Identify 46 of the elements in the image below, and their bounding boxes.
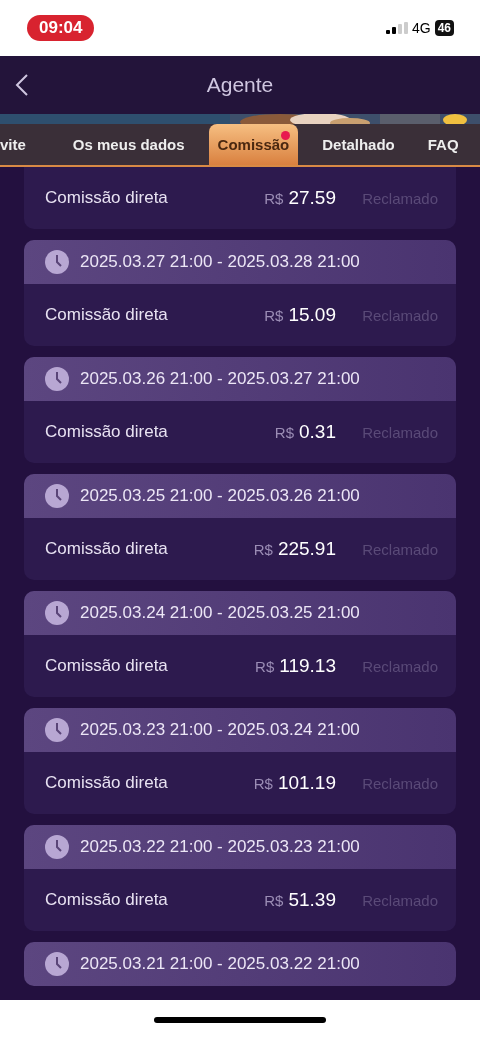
battery-level: 46 [434, 20, 454, 36]
page-title: Agente [206, 73, 274, 97]
tab[interactable]: Comissão [208, 124, 299, 165]
amount-value: 101.19 [277, 772, 336, 794]
period-text: 2025.03.23 21:00 - 2025.03.24 21:00 [80, 720, 360, 740]
clock-icon [45, 367, 69, 391]
tab[interactable]: FAQ [418, 124, 468, 165]
commission-label: Comissão direta [45, 305, 169, 325]
period-text: 2025.03.24 21:00 - 2025.03.25 21:00 [80, 603, 360, 623]
clock-icon [45, 718, 69, 742]
currency-symbol: R$ [264, 307, 284, 324]
status-time: 09:04 [27, 15, 95, 41]
clock-icon [45, 250, 69, 274]
period-text: 2025.03.25 21:00 - 2025.03.26 21:00 [80, 486, 360, 506]
commission-label: Comissão direta [45, 773, 169, 793]
back-icon[interactable] [15, 73, 29, 97]
network-label: 4G [411, 20, 431, 36]
commission-label: Comissão direta [45, 539, 169, 559]
clock-icon [45, 835, 69, 859]
amount-value: 27.59 [288, 187, 336, 209]
currency-symbol: R$ [253, 541, 273, 558]
commission-label: Comissão direta [45, 422, 169, 442]
period-text: 2025.03.27 21:00 - 2025.03.28 21:00 [80, 252, 360, 272]
currency-symbol: R$ [255, 658, 275, 675]
amount-value: 0.31 [299, 421, 336, 443]
currency-symbol: R$ [274, 424, 294, 441]
commission-label: Comissão direta [45, 656, 169, 676]
clock-icon [45, 601, 69, 625]
currency-symbol: R$ [264, 190, 284, 207]
amount-value: 225.91 [277, 538, 336, 560]
period-text: 2025.03.26 21:00 - 2025.03.27 21:00 [80, 369, 360, 389]
amount-value: 119.13 [279, 655, 336, 677]
commission-label: Comissão direta [45, 188, 169, 208]
signal-icon [385, 22, 408, 34]
period-text: 2025.03.22 21:00 - 2025.03.23 21:00 [80, 837, 360, 857]
amount-value: 15.09 [288, 304, 336, 326]
currency-symbol: R$ [253, 775, 273, 792]
period-text: 2025.03.21 21:00 - 2025.03.22 21:00 [80, 954, 360, 974]
tab[interactable]: Os meus dados [63, 124, 194, 165]
tab[interactable]: Detalhado [313, 124, 404, 165]
currency-symbol: R$ [264, 892, 284, 909]
amount-value: 51.39 [288, 889, 336, 911]
tab[interactable]: vite [0, 124, 35, 165]
commission-label: Comissão direta [45, 890, 169, 910]
clock-icon [45, 952, 69, 976]
clock-icon [45, 484, 69, 508]
